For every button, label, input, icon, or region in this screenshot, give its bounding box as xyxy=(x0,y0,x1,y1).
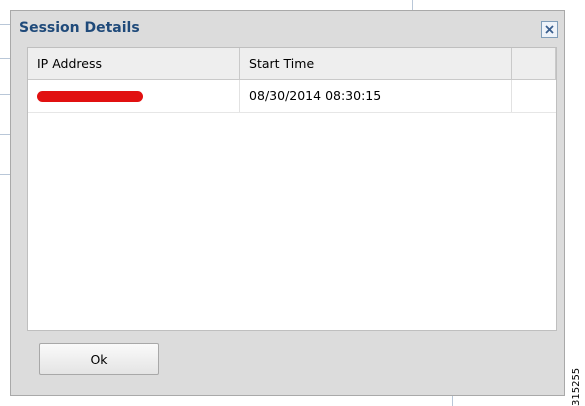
close-button[interactable] xyxy=(541,21,558,38)
sessions-panel: IP Address Start Time 08/30/2014 08:30:1… xyxy=(27,47,557,331)
column-header-start-time[interactable]: Start Time xyxy=(239,48,513,80)
column-header-ip-address[interactable]: IP Address xyxy=(28,48,241,80)
background-divider xyxy=(0,24,10,25)
dialog-title: Session Details xyxy=(19,20,140,36)
ip-address-cell xyxy=(28,79,241,113)
figure-id: 315255 xyxy=(571,367,582,406)
background-divider xyxy=(0,94,10,95)
start-time-cell: 08/30/2014 08:30:15 xyxy=(239,79,513,113)
column-header-spacer xyxy=(511,48,556,80)
background-divider xyxy=(412,0,413,10)
redacted-ip-mark xyxy=(37,91,143,102)
sessions-table: IP Address Start Time 08/30/2014 08:30:1… xyxy=(28,48,556,113)
ok-button[interactable]: Ok xyxy=(39,343,159,375)
spacer-cell xyxy=(511,79,556,113)
background-divider xyxy=(0,58,10,59)
close-icon xyxy=(545,25,554,34)
background-divider xyxy=(452,396,453,406)
table-row[interactable]: 08/30/2014 08:30:15 xyxy=(28,79,556,113)
background-divider xyxy=(0,134,10,135)
background-divider xyxy=(0,174,10,175)
session-details-dialog: Session Details IP Address Start Time 08… xyxy=(10,10,565,396)
table-header-row: IP Address Start Time xyxy=(28,48,556,80)
